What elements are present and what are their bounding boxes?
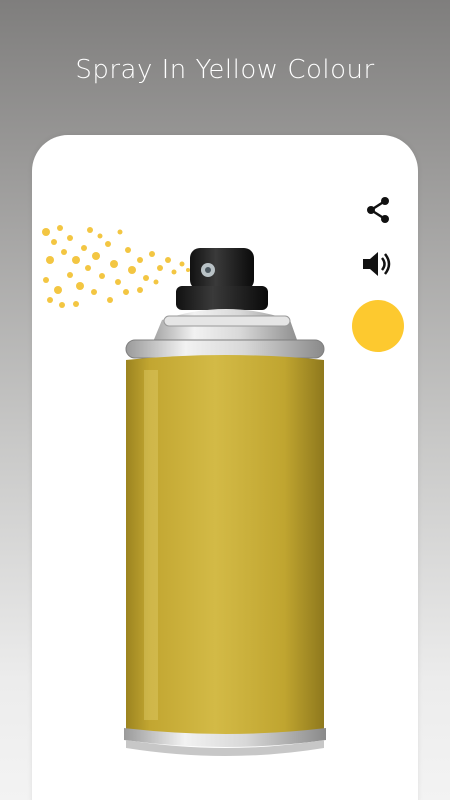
can-top	[125, 309, 325, 359]
action-icons	[350, 190, 406, 352]
spray-nozzle	[176, 248, 268, 310]
share-icon[interactable]	[358, 190, 398, 230]
volume-icon[interactable]	[358, 244, 398, 284]
spray-can-illustration	[42, 225, 326, 756]
page-title: Spray In Yellow Colour	[75, 55, 375, 85]
can-body	[126, 355, 324, 735]
color-picker-button[interactable]	[352, 300, 404, 352]
spray-particles	[42, 225, 190, 308]
spray-can[interactable]	[40, 220, 340, 780]
